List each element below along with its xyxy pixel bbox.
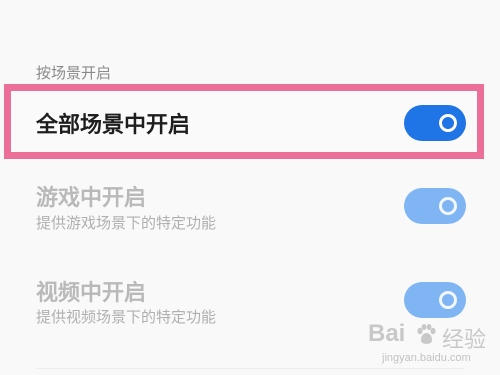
row-title-all-scenes: 全部场景中开启: [36, 113, 191, 138]
row-title-video: 视频中开启: [36, 281, 147, 306]
toggle-knob: [439, 291, 457, 309]
toggle-knob: [439, 114, 457, 132]
watermark: Bai 经验 jingyan.baidu.com: [368, 320, 498, 372]
toggle-game[interactable]: [404, 188, 466, 224]
toggle-knob: [439, 197, 457, 215]
baidu-paw-icon: [417, 324, 436, 344]
row-subtitle-video: 提供视频场景下的特定功能: [36, 308, 217, 326]
row-subtitle-game: 提供游戏场景下的特定功能: [36, 214, 217, 232]
toggle-all-scenes[interactable]: [404, 105, 466, 141]
watermark-brand: Bai: [368, 320, 406, 347]
row-title-game: 游戏中开启: [36, 186, 147, 211]
section-title: 按场景开启: [36, 64, 112, 82]
toggle-video[interactable]: [404, 282, 466, 318]
watermark-brand-suffix: 经验: [442, 328, 487, 353]
watermark-url: jingyan.baidu.com: [382, 352, 471, 364]
